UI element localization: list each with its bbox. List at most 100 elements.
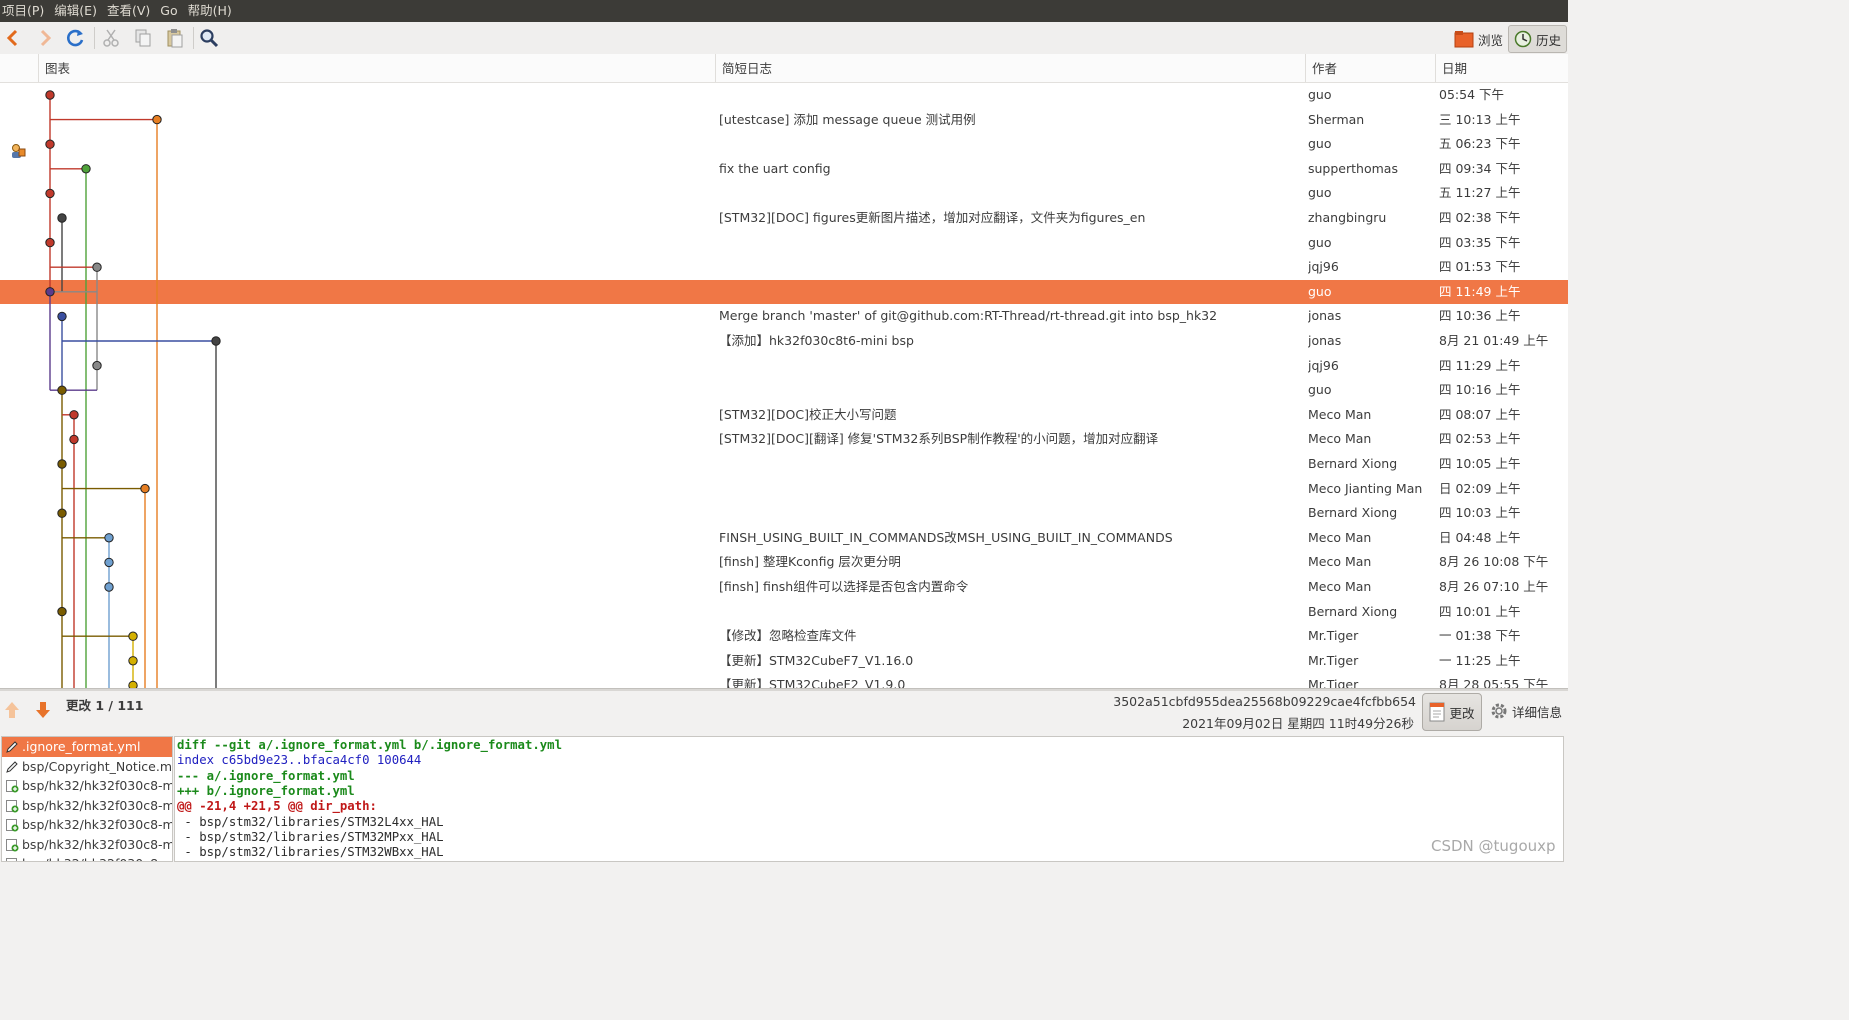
commit-date: 日 02:09 上午 (1439, 480, 1521, 496)
commit-author: Bernard Xiong (1308, 603, 1398, 619)
down-arrow-icon[interactable] (33, 699, 57, 723)
added-file-icon (5, 818, 19, 835)
commit-date: 四 10:03 上午 (1439, 505, 1521, 521)
commit-author: Meco Man (1308, 529, 1372, 545)
menu-view[interactable]: 查看(V) (105, 0, 155, 22)
commit-author: Mr.Tiger (1308, 628, 1359, 644)
file-item[interactable]: bsp/hk32/hk32f030c8-mini (2, 835, 172, 855)
menu-project[interactable]: 项目(P) (0, 0, 49, 22)
commit-node (128, 656, 138, 666)
commit-node (57, 385, 67, 395)
commit-date: 四 11:29 上午 (1439, 357, 1521, 373)
commit-date: 一 11:25 上午 (1439, 652, 1521, 668)
copy-icon[interactable] (130, 26, 156, 50)
column-date[interactable]: 日期 (1435, 54, 1568, 82)
changed-files-list: .ignore_format.yml bsp/Copyright_Notice.m… (1, 736, 173, 862)
menu-go[interactable]: Go (158, 0, 182, 22)
commit-node (104, 582, 114, 592)
file-item[interactable]: bsp/hk32/hk32f030c8-mini (2, 796, 172, 816)
file-item[interactable]: bsp/hk32/hk32f030c8-mini (2, 776, 172, 796)
commit-author: guo (1308, 382, 1332, 398)
commit-message: [finsh] finsh组件可以选择是否包含内置命令 (719, 579, 969, 594)
up-arrow-icon[interactable] (2, 699, 26, 723)
commit-message: 【添加】hk32f030c8t6-mini bsp (719, 333, 914, 348)
file-name: bsp/hk32/hk32f030c8-mini (22, 797, 172, 813)
commit-author: jqj96 (1308, 259, 1339, 275)
commit-node (45, 188, 55, 199)
details-button[interactable]: 详细信息 (1486, 693, 1566, 729)
forward-arrow-icon[interactable] (32, 26, 58, 50)
commit-author: supperthomas (1308, 160, 1398, 176)
commit-date: 三 10:13 上午 (1439, 111, 1521, 127)
search-icon[interactable] (196, 26, 222, 50)
details-button-label: 详细信息 (1512, 704, 1563, 720)
commit-message: 【更新】STM32CubeF7_V1.16.0 (719, 652, 914, 668)
diff-line: - bsp/stm32/libraries/STM32MPxx_HAL (177, 829, 444, 844)
menu-help[interactable]: 帮助(H) (186, 0, 237, 22)
commit-node (104, 557, 114, 568)
refresh-icon[interactable] (63, 26, 89, 50)
commit-author: Meco Jianting Man (1308, 480, 1423, 496)
file-name: bsp/hk32/hk32f030c8-mini (22, 836, 172, 852)
modified-file-icon (5, 740, 19, 757)
commit-node (92, 360, 102, 371)
change-button[interactable]: 更改 (1422, 693, 1482, 731)
commit-node (57, 459, 67, 469)
commit-date: 四 10:05 上午 (1439, 456, 1521, 471)
commit-node (69, 434, 79, 445)
file-item[interactable]: .ignore_format.yml (2, 737, 172, 757)
browse-button[interactable]: 浏览 (1448, 25, 1509, 53)
commit-node (69, 410, 79, 420)
column-log[interactable]: 简短日志 (715, 54, 1307, 82)
commit-author: guo (1308, 136, 1332, 152)
commit-date: 日 04:48 上午 (1439, 529, 1521, 545)
column-graph[interactable]: 图表 (38, 54, 717, 82)
commit-date: 四 02:38 下午 (1439, 210, 1521, 225)
commit-message: [STM32][DOC]校正大小写问题 (719, 406, 897, 422)
file-item[interactable]: bsp/hk32/hk32f030c8-mini (2, 854, 172, 861)
diff-line: --- a/.ignore_format.yml (177, 768, 355, 783)
file-item[interactable]: bsp/Copyright_Notice.md (2, 757, 172, 777)
commit-author: guo (1308, 234, 1332, 250)
commit-author: zhangbingru (1308, 210, 1387, 225)
commit-node (45, 287, 55, 297)
commit-node (57, 311, 67, 322)
diff-line: @@ -21,4 +21,5 @@ dir_path: (177, 799, 377, 814)
commit-node (57, 508, 67, 518)
paste-icon[interactable] (162, 26, 188, 50)
commit-message: FINSH_USING_BUILT_IN_COMMANDS改MSH_USING_… (719, 529, 1173, 545)
commit-date: 四 01:53 下午 (1439, 259, 1521, 275)
commit-message: fix the uart config (719, 160, 831, 176)
back-arrow-icon[interactable] (0, 26, 26, 50)
watermark: CSDN @tugouxp (1431, 837, 1556, 855)
diff-view: diff --git a/.ignore_format.yml b/.ignor… (174, 736, 1564, 862)
commit-date: 05:54 下午 (1439, 87, 1504, 102)
commit-author: jonas (1308, 308, 1342, 324)
commit-date: 8月 28 05:55 下午 (1439, 677, 1549, 688)
file-item[interactable]: bsp/hk32/hk32f030c8-mini (2, 815, 172, 835)
folder-icon (1454, 30, 1474, 48)
commit-date: 四 10:36 上午 (1439, 308, 1521, 324)
menu-edit[interactable]: 编辑(E) (52, 0, 102, 22)
commit-date: 四 10:01 上午 (1439, 603, 1521, 619)
cut-icon[interactable] (98, 26, 124, 50)
commit-author: Bernard Xiong (1308, 456, 1398, 471)
commit-date: 四 03:35 下午 (1439, 234, 1521, 250)
history-icon (1514, 30, 1532, 48)
history-button[interactable]: 历史 (1508, 25, 1568, 53)
commit-node (45, 90, 55, 100)
column-author[interactable]: 作者 (1305, 54, 1437, 82)
commit-node (45, 237, 55, 248)
file-name: bsp/hk32/hk32f030c8-mini (22, 817, 172, 832)
change-counter: 更改 1 / 111 (66, 698, 144, 713)
commit-date: 一 01:38 下午 (1439, 628, 1521, 644)
modified-file-icon (5, 760, 19, 777)
commit-author: Mr.Tiger (1308, 677, 1359, 688)
commit-message: [utestcase] 添加 message queue 测试用例 (719, 111, 976, 127)
commit-author: Mr.Tiger (1308, 652, 1359, 668)
working-copy-icon (10, 143, 26, 162)
menubar: 项目(P) 编辑(E) 查看(V) Go 帮助(H) (0, 0, 1568, 22)
commit-node (92, 262, 102, 272)
change-button-label: 更改 (1449, 705, 1475, 721)
file-name: bsp/Copyright_Notice.md (22, 758, 172, 774)
